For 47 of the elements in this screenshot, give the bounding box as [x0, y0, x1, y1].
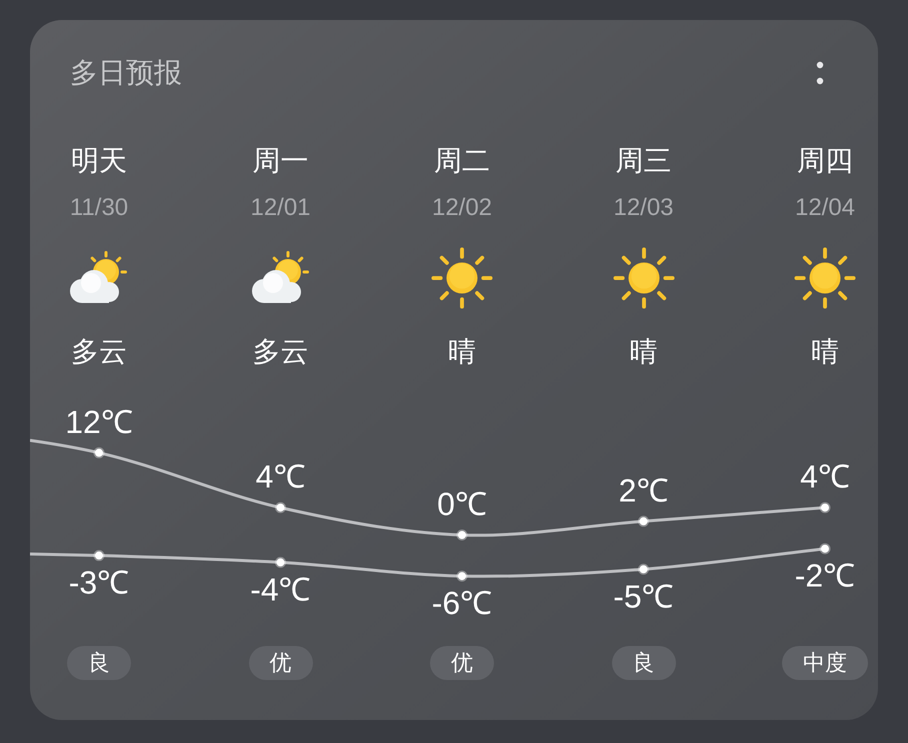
day-name: 周四: [797, 144, 853, 178]
temperature-label: 4℃: [800, 458, 850, 495]
date-label: 11/30: [70, 193, 128, 223]
temperature-label: -4℃: [250, 571, 311, 608]
day-name: 周三: [616, 144, 672, 178]
data-point: [456, 530, 468, 540]
data-point: [820, 543, 830, 554]
air-quality-badge: 中度: [782, 646, 868, 680]
weather-condition: 多云: [252, 335, 308, 369]
day-name: 周二: [434, 144, 490, 178]
data-point: [94, 447, 104, 458]
data-point: [638, 564, 649, 575]
day-name: 周一: [252, 144, 308, 178]
card-title: 多日预报: [70, 56, 182, 90]
temperature-label: -5℃: [613, 578, 674, 614]
more-menu-icon[interactable]: [816, 61, 824, 85]
temperature-label: 4℃: [256, 458, 306, 495]
data-point: [456, 570, 468, 582]
air-quality-badge: 优: [248, 646, 312, 680]
date-label: 12/02: [432, 193, 492, 223]
air-quality-badge: 优: [430, 646, 494, 680]
temperature-label: 12℃: [65, 404, 133, 440]
data-point: [94, 550, 104, 562]
date-label: 12/01: [250, 193, 311, 223]
day-name: 明天: [71, 144, 127, 178]
data-point: [275, 556, 286, 568]
temperature-label: -2℃: [794, 558, 856, 594]
temperature-label: 0℃: [437, 486, 487, 522]
weather-condition: 晴: [630, 335, 658, 369]
sun-behind-cloud-icon: [250, 251, 310, 305]
temperature-label: 2℃: [618, 472, 668, 508]
data-point: [275, 502, 286, 514]
weather-condition: 晴: [811, 335, 839, 369]
data-point: [820, 502, 830, 514]
air-quality-badge: 良: [612, 646, 676, 680]
sun-icon: [431, 247, 493, 309]
temperature-label: -6℃: [432, 585, 492, 622]
weather-condition: 晴: [448, 335, 476, 369]
sun-icon: [794, 247, 856, 309]
temperature-label: -3℃: [68, 564, 130, 601]
sun-icon: [612, 247, 674, 309]
data-point: [638, 516, 649, 527]
date-label: 12/04: [794, 193, 856, 223]
sun-behind-cloud-icon: [69, 251, 129, 305]
air-quality-badge: 良: [67, 646, 131, 680]
date-label: 12/03: [613, 193, 674, 223]
weather-condition: 多云: [71, 335, 127, 369]
